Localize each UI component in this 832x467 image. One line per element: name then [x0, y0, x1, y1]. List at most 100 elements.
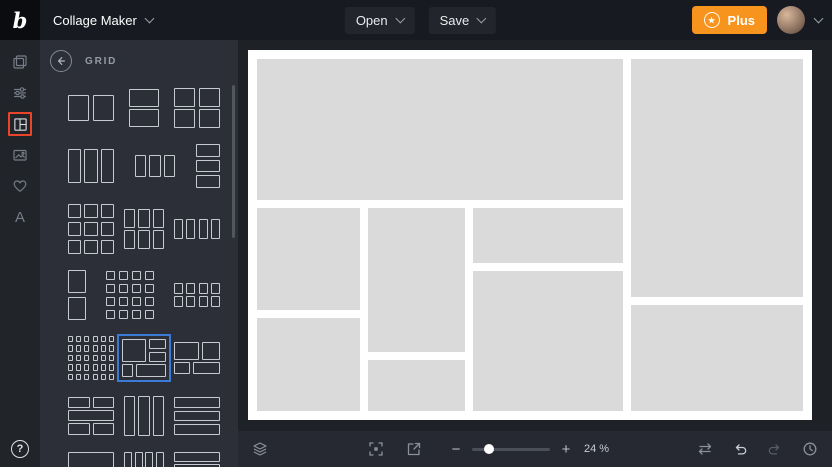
collage-cell[interactable]: [368, 208, 465, 352]
thumb-cell: [174, 410, 220, 422]
zoom-slider[interactable]: [472, 439, 550, 459]
save-button[interactable]: Save: [428, 6, 497, 34]
layout-thumb-3-columns-wide[interactable]: [135, 155, 175, 177]
thumb-cell: [76, 373, 82, 380]
layout-thumb-2-rows-tall[interactable]: [68, 270, 86, 320]
canvas-area: [238, 40, 832, 431]
bottombar-center: − + 24 %: [366, 431, 609, 467]
thumb-cell: [174, 452, 220, 462]
thumb-cell: [106, 309, 116, 319]
images-tool-button[interactable]: [8, 143, 32, 167]
layout-thumb-3-rows-wide[interactable]: [174, 397, 220, 435]
layout-thumb-mixed-rows[interactable]: [68, 397, 114, 435]
thumb-cell: [129, 109, 159, 127]
layout-thumb-3-rows-wide-b[interactable]: [174, 452, 220, 467]
thumb-cell: [92, 336, 98, 343]
thumb-cell: [152, 209, 164, 228]
arrow-left-icon: [58, 57, 65, 65]
layout-thumb-2x2[interactable]: [174, 88, 220, 128]
thumb-cell: [144, 271, 154, 281]
thumb-cell: [152, 230, 164, 249]
thumb-cell: [100, 239, 114, 254]
panel-scrollbar[interactable]: [232, 85, 235, 238]
zoom-in-button[interactable]: +: [558, 441, 574, 458]
layout-thumb-4-columns[interactable]: [174, 219, 220, 239]
redo-button[interactable]: [765, 439, 785, 459]
templates-tool-button[interactable]: [8, 50, 32, 74]
layout-thumb-3-rows-tall[interactable]: [196, 144, 220, 188]
export-view-button[interactable]: [404, 439, 424, 459]
collage-cell[interactable]: [631, 59, 803, 297]
zoom-slider-handle[interactable]: [484, 444, 494, 454]
user-avatar[interactable]: [777, 6, 805, 34]
layout-thumb-2-rows-wide[interactable]: [68, 452, 114, 467]
thumb-cell: [118, 296, 129, 307]
photo-stack-icon: [13, 55, 27, 69]
history-button[interactable]: [800, 439, 820, 459]
layout-thumb-3x3[interactable]: [68, 204, 114, 254]
thumb-cell: [149, 155, 161, 177]
thumb-cell: [198, 109, 220, 128]
thumb-cell: [84, 364, 90, 371]
thumb-cell: [100, 345, 106, 352]
fit-to-screen-button[interactable]: [366, 439, 386, 459]
adjust-tool-button[interactable]: [8, 81, 32, 105]
thumb-cell: [118, 271, 129, 281]
thumb-cell: [148, 351, 166, 362]
layout-thumb-mixed-featured[interactable]: [117, 334, 171, 382]
undo-button[interactable]: [730, 439, 750, 459]
text-tool-button[interactable]: A: [8, 205, 32, 229]
account-chevron-down-icon[interactable]: [813, 13, 824, 23]
collage-cell[interactable]: [257, 208, 360, 310]
plus-upgrade-button[interactable]: ★ Plus: [691, 6, 767, 34]
collage-cell[interactable]: [368, 360, 465, 411]
thumb-cell: [109, 336, 114, 343]
thumb-cell: [76, 354, 82, 362]
thumb-row: [68, 452, 220, 467]
open-button[interactable]: Open: [344, 6, 415, 34]
thumb-cell: [68, 95, 90, 121]
layout-thumb-4x2-b[interactable]: [124, 452, 164, 467]
chevron-down-icon: [395, 13, 406, 23]
layout-thumb-2-columns[interactable]: [68, 95, 114, 121]
thumb-cell: [131, 296, 142, 307]
graphics-tool-button[interactable]: [8, 174, 32, 198]
back-button[interactable]: [50, 50, 72, 72]
thumb-cell: [198, 283, 208, 295]
app-title-menu[interactable]: Collage Maker: [53, 13, 155, 28]
layout-thumb-3-columns[interactable]: [68, 149, 114, 183]
thumb-cell: [131, 309, 142, 319]
thumb-cell: [92, 422, 114, 435]
thumb-cell: [100, 336, 106, 343]
collage-cell[interactable]: [473, 271, 623, 411]
thumb-cell: [156, 452, 164, 467]
grid-layouts-tool-button[interactable]: [8, 112, 32, 136]
thumb-cell: [174, 397, 220, 408]
image-icon: [13, 149, 27, 161]
layout-thumb-3-columns-square[interactable]: [124, 396, 164, 436]
thumb-cell: [84, 221, 98, 237]
layers-button[interactable]: [250, 439, 270, 459]
layout-thumb-2-rows[interactable]: [129, 89, 159, 127]
collage-cell[interactable]: [257, 59, 623, 200]
collage-cell[interactable]: [257, 318, 360, 411]
layout-thumb-4x4[interactable]: [106, 271, 154, 319]
thumb-cell: [186, 283, 196, 295]
zoom-out-button[interactable]: −: [448, 441, 464, 458]
shuffle-layout-button[interactable]: [695, 439, 715, 459]
collage-cell[interactable]: [473, 208, 623, 263]
befunky-logo[interactable]: b: [0, 0, 40, 40]
collage-cell[interactable]: [631, 305, 803, 411]
layout-thumb-mixed-right[interactable]: [174, 342, 220, 374]
star-icon: ★: [703, 12, 720, 28]
layout-thumb-3x2[interactable]: [124, 209, 164, 249]
collage-canvas[interactable]: [248, 50, 812, 420]
thumb-cell: [76, 345, 82, 352]
thumb-cell: [136, 364, 166, 377]
help-button[interactable]: ?: [11, 440, 29, 458]
shuffle-icon: [698, 443, 712, 455]
save-button-label: Save: [439, 12, 470, 28]
thumb-cell: [144, 283, 154, 294]
layout-thumb-4x2[interactable]: [174, 283, 220, 307]
layout-thumb-6x5[interactable]: [68, 336, 114, 380]
